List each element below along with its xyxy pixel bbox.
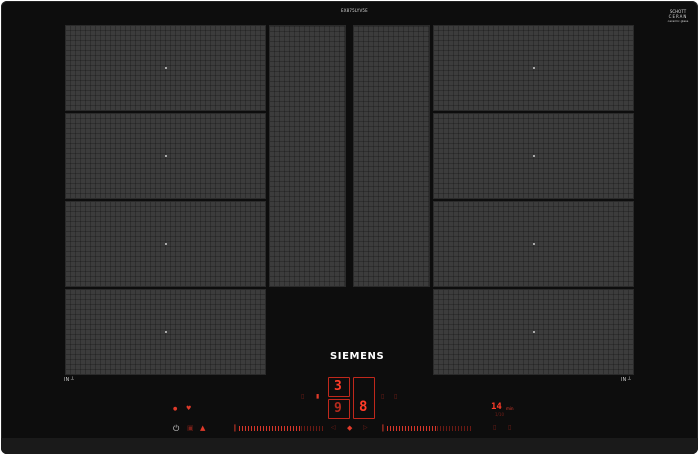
timer-minus-icon[interactable]: ▯: [493, 425, 496, 431]
power-level-top: 3: [334, 379, 342, 394]
timer-plus-icon[interactable]: ▯: [508, 425, 511, 431]
zone-mark: [164, 243, 167, 245]
power-level-bottom-box[interactable]: 9: [328, 399, 350, 419]
power-icon[interactable]: ⏻: [173, 425, 179, 433]
plus-icon[interactable]: ▯: [394, 394, 397, 400]
ceran-logo-line3: ceramic glass: [667, 19, 689, 23]
ceran-logo: SCHOTT CERAN ceramic glass: [666, 9, 690, 24]
zone-mark: [164, 331, 167, 333]
pot-icon: ┴: [627, 377, 631, 383]
zone-select-icon[interactable]: ▮: [316, 394, 319, 400]
pot-icon: ┴: [70, 377, 74, 383]
zone-mark: [532, 67, 535, 69]
model-label: EX875LYV5E: [341, 8, 368, 13]
power-level-top-box[interactable]: 3: [328, 377, 350, 397]
power-level-bottom: 9: [334, 401, 342, 416]
cooking-zone-left-2[interactable]: [65, 113, 266, 199]
power-slider-right-rest[interactable]: [437, 426, 471, 431]
indicator-dot-icon: ●: [173, 406, 178, 412]
cooking-zone-right-2[interactable]: [433, 113, 634, 199]
favourite-icon[interactable]: ♥: [186, 406, 191, 412]
zone-select-icon-right[interactable]: ▯: [381, 394, 384, 400]
left-in-text: IN: [64, 377, 70, 383]
power-level-main: 8: [359, 399, 368, 415]
front-edge: [1, 438, 698, 454]
right-in-label: IN ┴: [621, 378, 631, 383]
cooking-zone-center-left[interactable]: [269, 25, 346, 287]
cooking-zone-right-3[interactable]: [433, 201, 634, 287]
power-level-main-box[interactable]: 8: [353, 377, 375, 419]
cooking-zone-left-1[interactable]: [65, 25, 266, 111]
minus-icon[interactable]: ▯: [301, 394, 304, 400]
cooking-zone-right-4[interactable]: [433, 289, 634, 375]
cooking-zone-right-1[interactable]: [433, 25, 634, 111]
zone-mark: [532, 155, 535, 157]
slider-right-end-icon: ┃: [381, 425, 385, 432]
cooktop-surface: EX875LYV5E SCHOTT CERAN ceramic glass SI…: [1, 1, 698, 454]
zone-mark: [164, 67, 167, 69]
zone-mark: [532, 331, 535, 333]
cooking-zone-left-4[interactable]: [65, 289, 266, 375]
slider-left-end-icon: ┃: [233, 425, 237, 432]
left-in-label: IN ┴: [64, 378, 74, 383]
slider-arrow-icon[interactable]: ◁: [331, 425, 336, 431]
zone-mark: [532, 243, 535, 245]
cooking-zone-center-right[interactable]: [353, 25, 430, 287]
right-in-text: IN: [621, 377, 627, 383]
timer-unit: min: [506, 406, 514, 411]
timer-readout: 14: [491, 402, 502, 412]
slider-arrow-right-icon[interactable]: ▷: [363, 425, 368, 431]
brand-logo: SIEMENS: [330, 351, 385, 362]
child-lock-icon[interactable]: ▣: [187, 425, 194, 432]
timer-sub: 1/10: [495, 412, 504, 417]
power-slider-right-active[interactable]: [387, 426, 437, 431]
vent-icon[interactable]: ▲: [200, 425, 205, 432]
power-slider-left-active[interactable]: [239, 426, 301, 431]
boost-icon[interactable]: ◆: [347, 425, 352, 432]
zone-mark: [164, 155, 167, 157]
cooking-zone-left-3[interactable]: [65, 201, 266, 287]
power-slider-left-rest[interactable]: [301, 426, 323, 431]
